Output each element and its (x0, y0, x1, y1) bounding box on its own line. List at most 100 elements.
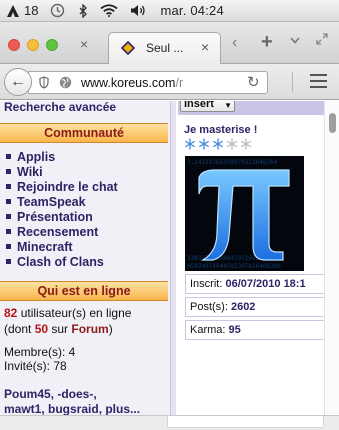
advanced-search-link[interactable]: Recherche avancée (4, 101, 116, 114)
menu-item-label: Minecraft (17, 240, 73, 254)
koreus-favicon-icon (120, 40, 136, 56)
close-window-button[interactable] (8, 39, 20, 51)
insert-dropdown-label: Insert (184, 101, 214, 110)
bullet-icon (6, 229, 11, 234)
menu-item-recensement[interactable]: Recensement (6, 225, 118, 240)
joined-value: 06/07/2010 18:1 (225, 278, 306, 290)
online-users-count: 82 utilisateur(s) en ligne (4, 306, 131, 320)
menu-item-wiki[interactable]: Wiki (6, 165, 118, 180)
wifi-icon[interactable] (100, 0, 119, 22)
url-path: /r (175, 76, 184, 90)
karma-value: 95 (228, 324, 241, 336)
menu-item-label: TeamSpeak (17, 195, 86, 209)
tab-title: Seul ... (146, 41, 184, 55)
insert-dropdown[interactable]: Insert ▼ (180, 101, 235, 112)
bullet-icon (6, 244, 11, 249)
macos-menubar: 18 mar. 04:24 (0, 0, 339, 22)
tab-close-icon[interactable]: × (201, 39, 209, 55)
forum-link[interactable]: Forum (71, 322, 108, 336)
back-arrow-icon: ← (10, 73, 26, 90)
online-users-list-more[interactable]: mawt1, bugsraid, plus... (4, 402, 140, 415)
forum-count: 50 (34, 322, 49, 336)
user-avatar[interactable]: 3.14159265358979323846264 33832795028841… (185, 156, 304, 271)
url-text[interactable]: www.koreus.com/r (81, 76, 183, 90)
karma: Karma: 95 (185, 320, 324, 340)
forum-prefix: (dont (4, 322, 35, 336)
online-users-list[interactable]: Poum45, -does-, (4, 387, 97, 401)
menu-item-teamspeak[interactable]: TeamSpeak (6, 195, 118, 210)
tab-scroll-left-icon[interactable]: ‹ (232, 34, 237, 52)
user-profile-panel: Insert ▼ Je masterise ! 3.141592653589793… (178, 101, 324, 415)
members-count: Membre(s): 4 (4, 345, 76, 359)
panel-bottom-edge (167, 416, 324, 428)
snowflake-empty-icon (240, 138, 252, 150)
rank-snowflakes (184, 138, 252, 150)
bullet-icon (6, 154, 11, 159)
insert-toolbar: Insert ▼ (178, 101, 324, 115)
chevron-down-icon: ▼ (224, 101, 232, 110)
new-tab-button[interactable]: + (261, 31, 273, 54)
svg-text:05820974944592307816406286: 05820974944592307816406286 (187, 263, 281, 270)
menu-item-label: Applis (17, 150, 56, 164)
shield-icon[interactable] (39, 76, 49, 89)
menu-item-presentation[interactable]: Présentation (6, 210, 118, 225)
forum-users-count: (dont 50 sur Forum) (4, 322, 113, 336)
bullet-icon (6, 169, 11, 174)
snowflake-filled-icon (184, 138, 196, 150)
bullet-icon (6, 199, 11, 204)
menu-item-label: Rejoindre le chat (17, 180, 118, 194)
forum-mid: sur (48, 322, 72, 336)
menu-item-applis[interactable]: Applis (6, 150, 118, 165)
scrollbar-thumb[interactable] (329, 113, 336, 133)
volume-icon[interactable] (130, 0, 146, 22)
globe-icon[interactable] (59, 76, 72, 89)
joined-date: Inscrit: 06/07/2010 18:1 (185, 274, 324, 294)
zoom-window-button[interactable] (46, 39, 58, 51)
post-count: Post(s): 2602 (185, 297, 324, 317)
previous-tab-close-icon[interactable]: × (80, 36, 88, 52)
clock-icon[interactable] (50, 0, 65, 22)
snowflake-filled-icon (198, 138, 210, 150)
tab-bar: × Seul ... × ‹ + (0, 22, 339, 64)
vertical-scrollbar[interactable] (324, 101, 339, 415)
navigation-bar: www.koreus.com/r ↻ ← (0, 64, 339, 100)
who-is-online-header: Qui est en ligne (0, 281, 168, 301)
karma-label: Karma: (190, 324, 229, 336)
window-bottom-edge (0, 415, 339, 430)
fullscreen-icon[interactable] (316, 33, 328, 48)
url-bar[interactable]: www.koreus.com/r ↻ (28, 71, 268, 94)
bullet-icon (6, 184, 11, 189)
back-button[interactable]: ← (4, 68, 32, 96)
bluetooth-icon[interactable] (79, 0, 88, 22)
menu-item-label: Recensement (17, 225, 99, 239)
joined-label: Inscrit: (190, 278, 226, 290)
community-menu: Applis Wiki Rejoindre le chat TeamSpeak … (6, 150, 118, 270)
tab-list-button[interactable] (290, 33, 300, 47)
menu-item-chat[interactable]: Rejoindre le chat (6, 180, 118, 195)
menu-item-clash-of-clans[interactable]: Clash of Clans (6, 255, 118, 270)
reload-icon[interactable]: ↻ (247, 73, 260, 91)
minimize-window-button[interactable] (27, 39, 39, 51)
svg-text:3.14159265358979323846264: 3.14159265358979323846264 (187, 159, 278, 166)
notification-count: 18 (24, 3, 39, 18)
community-header: Communauté (0, 123, 168, 143)
tab-active[interactable]: Seul ... × (108, 32, 221, 64)
page-content: Recherche avancée Communauté Applis Wiki… (0, 101, 339, 415)
url-domain: www.koreus.com (81, 76, 176, 90)
adobe-icon[interactable] (6, 4, 20, 18)
left-sidebar: Recherche avancée Communauté Applis Wiki… (0, 101, 170, 415)
guests-count: Invité(s): 78 (4, 359, 67, 373)
posts-label: Post(s): (190, 301, 231, 313)
posts-value: 2602 (230, 301, 256, 313)
column-divider (170, 101, 176, 415)
menu-item-minecraft[interactable]: Minecraft (6, 240, 118, 255)
toolbar-separator (292, 72, 293, 92)
forum-suffix: ) (108, 322, 113, 336)
menu-item-label: Clash of Clans (17, 255, 104, 269)
menubar-clock[interactable]: mar. 04:24 (160, 0, 223, 22)
bullet-icon (6, 214, 11, 219)
menu-item-label: Présentation (17, 210, 93, 224)
bullet-icon (6, 259, 11, 264)
hamburger-menu-icon[interactable] (310, 74, 327, 88)
snowflake-empty-icon (226, 138, 238, 150)
